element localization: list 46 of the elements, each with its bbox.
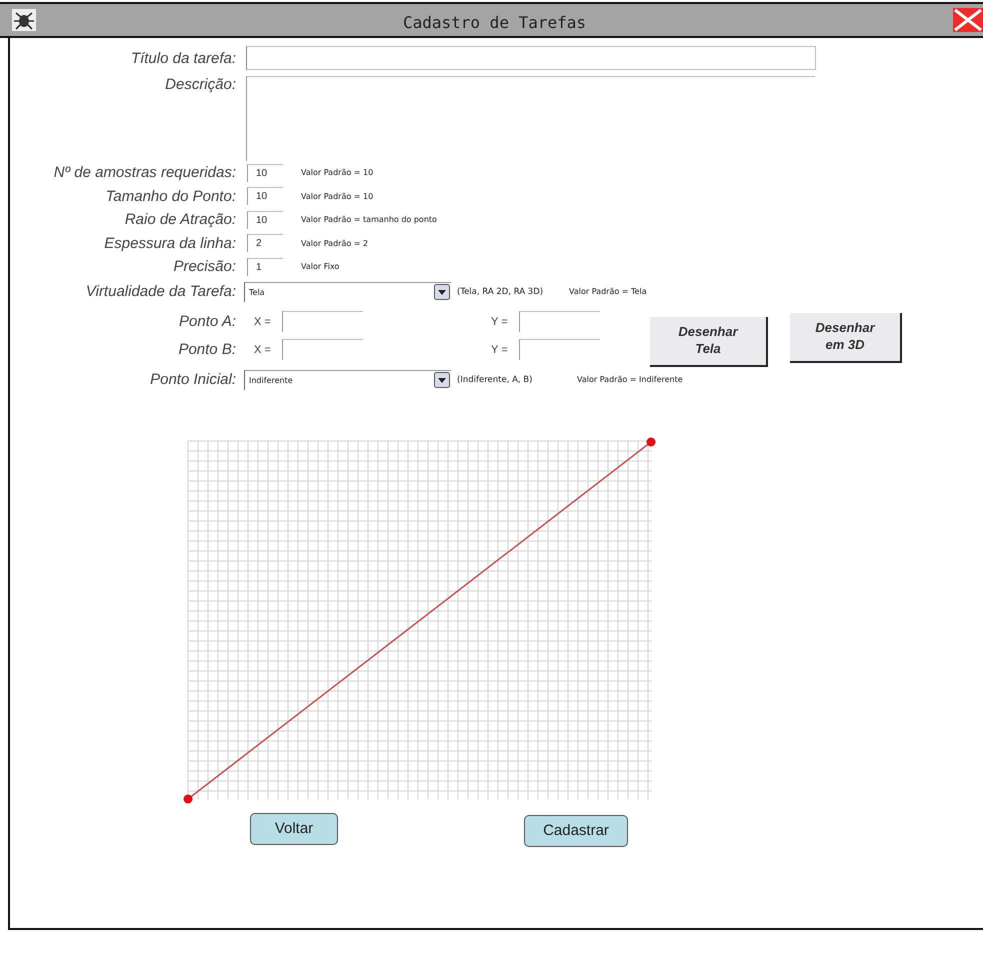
action-button[interactable]: Cadastrar xyxy=(524,814,628,846)
description-input[interactable] xyxy=(246,76,815,161)
title-input[interactable] xyxy=(246,46,816,70)
initial-point-dropdown[interactable]: Indiferente xyxy=(244,370,451,390)
field-label: Espessura da linha: xyxy=(103,234,237,252)
y-input[interactable] xyxy=(519,311,600,332)
x-input[interactable] xyxy=(282,311,363,332)
default-note: Valor Padrão = 10 xyxy=(301,192,374,201)
coordinate-label: Y = xyxy=(491,316,509,328)
field-label: Nº de amostras requeridas: xyxy=(52,164,237,182)
x-input[interactable] xyxy=(282,339,363,360)
number-input[interactable]: 1 xyxy=(247,258,283,276)
field-label: Ponto A: xyxy=(178,313,237,330)
coordinate-label: Y = xyxy=(491,344,509,356)
field-label: Descrição: xyxy=(164,76,237,93)
field-label: Título da tarefa: xyxy=(130,50,237,66)
draw-button[interactable]: Desenhar Tela xyxy=(650,316,768,366)
default-note: Valor Padrão = 10 xyxy=(301,168,374,178)
default-note: Valor Fixo xyxy=(301,262,340,272)
field-label: Raio de Atração: xyxy=(124,211,237,228)
virtuality-dropdown[interactable]: Tela xyxy=(244,282,451,302)
default-note: Valor Padrão = Tela xyxy=(569,287,647,296)
options-note: (Indiferente, A, B) xyxy=(457,374,534,384)
field-label: Precisão: xyxy=(172,258,237,276)
dropdown-icon[interactable] xyxy=(434,372,450,388)
default-note: Valor Padrão = Indiferente xyxy=(577,375,683,384)
field-label: Tamanho do Ponto: xyxy=(104,188,237,205)
field-label: Virtualidade da Tarefa: xyxy=(84,283,237,300)
window-title: Cadastro de Tarefas xyxy=(402,12,588,32)
options-note: (Tela, RA 2D, RA 3D) xyxy=(457,286,544,296)
coordinate-label: X = xyxy=(254,316,272,328)
y-input[interactable] xyxy=(519,339,600,360)
field-label: Ponto Inicial: xyxy=(149,371,237,388)
action-button[interactable]: Voltar xyxy=(250,812,338,844)
coordinate-label: X = xyxy=(254,344,272,356)
default-note: Valor Padrão = 2 xyxy=(301,238,368,248)
number-input[interactable]: 10 xyxy=(247,164,283,182)
default-note: Valor Padrão = tamanho do ponto xyxy=(301,215,437,224)
number-input[interactable]: 10 xyxy=(247,187,283,206)
draw-button[interactable]: Desenhar em 3D xyxy=(790,312,902,362)
close-icon[interactable] xyxy=(953,8,983,32)
field-label: Ponto B: xyxy=(177,341,237,358)
number-input[interactable]: 10 xyxy=(247,210,283,229)
number-input[interactable]: 2 xyxy=(247,234,283,252)
insect-icon xyxy=(12,9,36,31)
dropdown-icon[interactable] xyxy=(434,284,450,300)
